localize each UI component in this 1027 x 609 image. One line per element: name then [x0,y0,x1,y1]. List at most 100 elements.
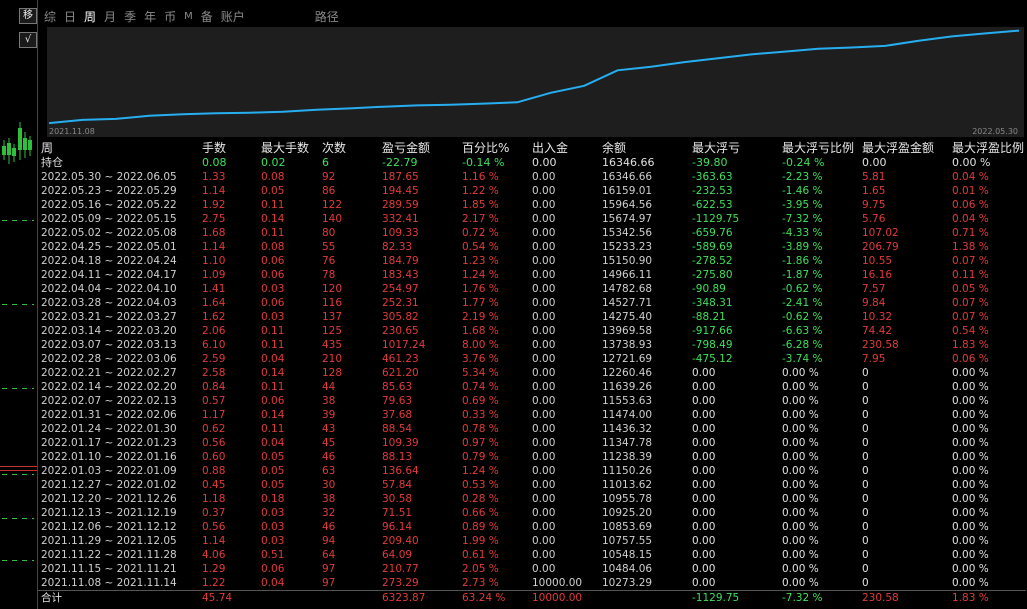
table-cell: 10484.06 [602,563,653,575]
column-header[interactable]: 最大浮盈比例 [952,141,1024,155]
check-button[interactable]: √ [19,32,37,48]
table-cell: 1.18 [202,493,226,505]
table-row[interactable]: 2022.04.18 ~ 2022.04.24 1.10 0.06 76 184.79 1… [38,254,1026,268]
table-row[interactable]: 2022.04.04 ~ 2022.04.10 1.41 0.03 120 254.97… [38,282,1026,296]
table-row[interactable]: 2021.11.08 ~ 2021.11.14 1.22 0.04 97 273.29 2… [38,576,1026,590]
table-cell: 2022.01.24 ~ 2022.01.30 [41,423,177,435]
tab-6[interactable]: 币 [164,8,176,25]
table-cell: 0.69 % [462,395,499,407]
column-header[interactable]: 手数 [202,141,226,155]
table-cell: 0.00 % [782,409,819,421]
table-cell: 3.76 % [462,353,499,365]
table-row[interactable]: 2022.02.14 ~ 2022.02.20 0.84 0.11 44 85.63 0.… [38,380,1026,394]
table-row[interactable]: 2021.12.27 ~ 2022.01.02 0.45 0.05 30 57.84 0.… [38,478,1026,492]
table-cell: 0.57 [202,395,226,407]
table-row[interactable]: 2022.01.24 ~ 2022.01.30 0.62 0.11 43 88.54 0.… [38,422,1026,436]
hold-row[interactable]: 持仓 0.08 0.02 6 -22.79 -0.14 % 0.00 16346.66 -39.… [38,156,1026,170]
table-cell: 0.00 [692,549,716,561]
total-row[interactable]: 合计 45.74 6323.87 63.24 % 10000.00 -1129.75 -7.… [38,590,1026,606]
table-row[interactable]: 2022.01.31 ~ 2022.02.06 1.17 0.14 39 37.68 0.… [38,408,1026,422]
column-header[interactable]: 出入金 [532,141,568,155]
table-row[interactable]: 2022.03.07 ~ 2022.03.13 6.10 0.11 435 1017.2… [38,338,1026,352]
table-row[interactable]: 2022.01.10 ~ 2022.01.16 0.60 0.05 46 88.13 0.… [38,450,1026,464]
table-cell: 2.19 % [462,311,499,323]
table-cell: -348.31 [692,297,733,309]
table-cell: 10925.20 [602,507,653,519]
tab-1[interactable]: 日 [64,8,76,25]
table-row[interactable]: 2021.12.13 ~ 2021.12.19 0.37 0.03 32 71.51 0.… [38,506,1026,520]
table-row[interactable]: 2022.03.21 ~ 2022.03.27 1.62 0.03 137 305.82… [38,310,1026,324]
table-row[interactable]: 2022.02.21 ~ 2022.02.27 2.58 0.14 128 621.20… [38,366,1026,380]
table-row[interactable]: 2022.05.02 ~ 2022.05.08 1.68 0.11 80 109.33 0… [38,226,1026,240]
tab-9[interactable]: 账户 [221,8,245,25]
move-button[interactable]: 移 [19,8,37,24]
table-row[interactable]: 2022.01.03 ~ 2022.01.09 0.88 0.05 63 136.64 1… [38,464,1026,478]
column-header[interactable]: 最大浮亏比例 [782,141,854,155]
table-cell: 88.13 [382,451,413,463]
weekly-stats-table: 周 手数 最大手数 次数 盈亏金额 百分比% 出入金 余额 最大浮亏 最大浮亏比例 最大浮盈金额 最大… [38,141,1026,606]
table-cell: 2022.05.09 ~ 2022.05.15 [41,213,177,225]
table-cell: 1.14 [202,535,226,547]
table-row[interactable]: 2021.11.22 ~ 2021.11.28 4.06 0.51 64 64.09 0.… [38,548,1026,562]
table-row[interactable]: 2022.03.14 ~ 2022.03.20 2.06 0.11 125 230.65… [38,324,1026,338]
table-cell: 0.00 [532,255,556,267]
table-cell: 1.23 % [462,255,499,267]
table-cell: 0.01 % [952,185,989,197]
table-cell: -4.33 % [782,227,823,239]
table-row[interactable]: 2022.03.28 ~ 2022.04.03 1.64 0.06 116 252.31… [38,296,1026,310]
table-row[interactable]: 2022.05.09 ~ 2022.05.15 2.75 0.14 140 332.41… [38,212,1026,226]
table-row[interactable]: 2021.12.06 ~ 2021.12.12 0.56 0.03 46 96.14 0.… [38,520,1026,534]
table-cell: 10853.69 [602,521,653,533]
table-cell: 0 [862,367,869,379]
table-cell: 0.56 [202,437,226,449]
table-cell: 332.41 [382,213,419,225]
table-cell: 2022.02.14 ~ 2022.02.20 [41,381,177,393]
tab-3[interactable]: 月 [104,8,116,25]
table-cell: 0.71 % [952,227,989,239]
left-toolbar: 移 √ [0,0,38,609]
table-row[interactable]: 2022.04.11 ~ 2022.04.17 1.09 0.06 78 183.43 1… [38,268,1026,282]
table-cell: 2022.03.14 ~ 2022.03.20 [41,325,177,337]
table-row[interactable]: 2021.11.15 ~ 2021.11.21 1.29 0.06 97 210.77 2… [38,562,1026,576]
column-header[interactable]: 最大浮盈金额 [862,141,934,155]
tab-4[interactable]: 季 [124,8,136,25]
tab-0[interactable]: 综 [44,8,56,25]
tab-8[interactable]: 备 [201,8,213,25]
column-header[interactable]: 最大手数 [261,141,309,155]
table-row[interactable]: 2022.02.07 ~ 2022.02.13 0.57 0.06 38 79.63 0.… [38,394,1026,408]
column-header[interactable]: 余额 [602,141,626,155]
table-row[interactable]: 2022.05.16 ~ 2022.05.22 1.92 0.11 122 289.59… [38,198,1026,212]
tab-5[interactable]: 年 [144,8,156,25]
column-header[interactable]: 最大浮亏 [692,141,740,155]
table-cell: 2022.01.03 ~ 2022.01.09 [41,465,177,477]
table-cell: 0.06 [261,563,285,575]
column-header[interactable]: 周 [41,141,53,155]
candle-snippet-icon [2,122,32,164]
table-row[interactable]: 2021.11.29 ~ 2021.12.05 1.14 0.03 94 209.40 1… [38,534,1026,548]
tab-2[interactable]: 周 [84,8,96,25]
table-cell: 0.00 % [782,423,819,435]
tab-7[interactable]: M [184,11,193,22]
table-row[interactable]: 2021.12.20 ~ 2021.12.26 1.18 0.18 38 30.58 0.… [38,492,1026,506]
table-cell: 0.04 [261,353,285,365]
table-row[interactable]: 2022.05.23 ~ 2022.05.29 1.14 0.05 86 194.45 1… [38,184,1026,198]
table-cell: 32 [322,507,336,519]
table-row[interactable]: 2022.04.25 ~ 2022.05.01 1.14 0.08 55 82.33 0.… [38,240,1026,254]
table-cell: 0.60 [202,451,226,463]
table-cell: 0.14 [261,409,285,421]
table-cell: 116 [322,297,343,309]
table-cell: 0.00 [532,185,556,197]
equity-chart: 2021.11.08 2022.05.30 [47,27,1024,137]
column-header[interactable]: 次数 [322,141,346,155]
table-cell: 2.58 [202,367,226,379]
tab-10[interactable]: 路径 [315,8,339,25]
table-row[interactable]: 2022.02.28 ~ 2022.03.06 2.59 0.04 210 461.23… [38,352,1026,366]
column-header[interactable]: 百分比% [462,141,509,155]
table-cell: -659.76 [692,227,733,239]
column-header[interactable]: 盈亏金额 [382,141,430,155]
table-row[interactable]: 2022.05.30 ~ 2022.06.05 1.33 0.08 92 187.65 1… [38,170,1026,184]
total-cell: 230.58 [862,592,899,604]
table-cell: 0.00 % [952,563,989,575]
table-row[interactable]: 2022.01.17 ~ 2022.01.23 0.56 0.04 45 109.39 0… [38,436,1026,450]
table-cell: 209.40 [382,535,419,547]
